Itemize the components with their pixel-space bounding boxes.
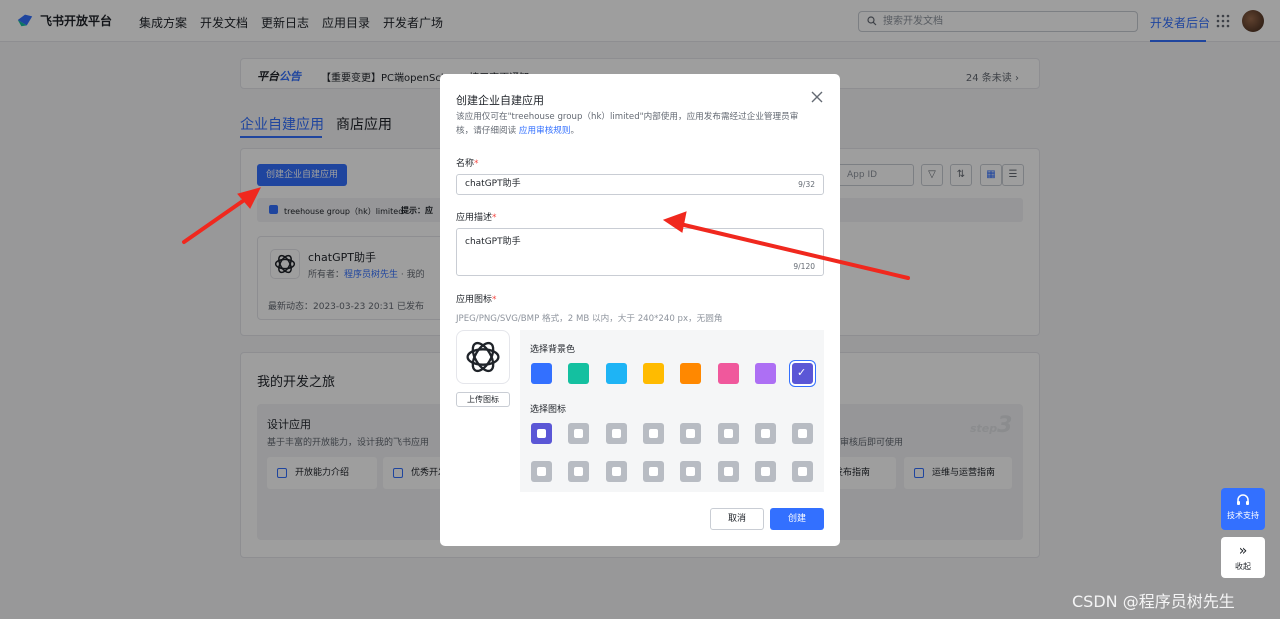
collapse-label: 收起 (1235, 562, 1251, 571)
double-chevron-right-icon: » (1238, 543, 1248, 559)
arrowhead-create-button (237, 187, 261, 209)
csdn-watermark: CSDN @程序员树先生 (1072, 592, 1235, 611)
headset-icon (1237, 494, 1249, 505)
tech-support-label: 技术支持 (1227, 511, 1259, 520)
collapse-button[interactable]: » 收起 (1221, 537, 1265, 578)
tech-support-button[interactable]: 技术支持 (1221, 488, 1265, 530)
arrowhead-description (662, 211, 687, 233)
arrow-to-create-button (182, 194, 252, 244)
annotation-arrows (182, 187, 910, 280)
arrow-to-description (678, 222, 910, 280)
